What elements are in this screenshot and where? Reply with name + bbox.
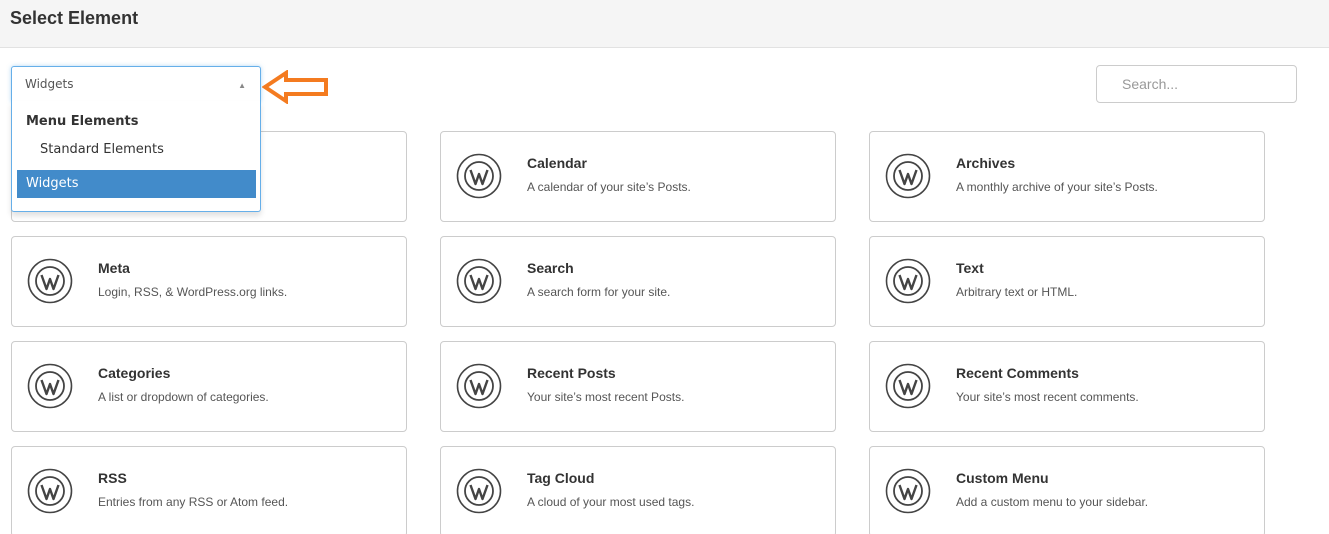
wordpress-icon: [456, 153, 502, 199]
header-bar: Select Element: [0, 0, 1329, 48]
dropdown-group-menu-elements: Menu Elements: [26, 114, 139, 129]
element-card-custom-menu[interactable]: Custom Menu Add a custom menu to your sid…: [869, 446, 1265, 534]
wordpress-icon: [27, 363, 73, 409]
element-description: Your site’s most recent comments.: [956, 390, 1139, 404]
element-card-archives[interactable]: Archives A monthly archive of your site’s…: [869, 131, 1265, 222]
element-title: Custom Menu: [956, 470, 1049, 486]
element-description: Arbitrary text or HTML.: [956, 285, 1078, 299]
element-title: Recent Comments: [956, 365, 1079, 381]
element-description: A search form for your site.: [527, 285, 671, 299]
element-card-calendar[interactable]: Calendar A calendar of your site’s Posts.: [440, 131, 836, 222]
element-title: Text: [956, 260, 984, 276]
wordpress-icon: [456, 363, 502, 409]
caret-up-icon: ▲: [238, 81, 246, 90]
element-card-meta[interactable]: Meta Login, RSS, & WordPress.org links.: [11, 236, 407, 327]
dropdown-option-standard-elements[interactable]: Standard Elements: [40, 142, 164, 157]
search-input[interactable]: [1096, 65, 1297, 103]
element-description: Login, RSS, & WordPress.org links.: [98, 285, 288, 299]
element-title: Tag Cloud: [527, 470, 595, 486]
element-description: A cloud of your most used tags.: [527, 495, 695, 509]
element-title: Recent Posts: [527, 365, 616, 381]
element-description: Entries from any RSS or Atom feed.: [98, 495, 289, 509]
element-card-tag-cloud[interactable]: Tag Cloud A cloud of your most used tags.: [440, 446, 836, 534]
element-description: A calendar of your site’s Posts.: [527, 180, 691, 194]
element-card-recent-comments[interactable]: Recent Comments Your site’s most recent c…: [869, 341, 1265, 432]
wordpress-icon: [456, 468, 502, 514]
element-title: Archives: [956, 155, 1016, 171]
category-select[interactable]: Widgets ▲: [11, 66, 261, 102]
element-description: A monthly archive of your site’s Posts.: [956, 180, 1158, 194]
element-title: Search: [527, 260, 574, 276]
element-title: Calendar: [527, 155, 587, 171]
wordpress-icon: [27, 468, 73, 514]
element-description: Add a custom menu to your sidebar.: [956, 495, 1149, 509]
element-description: Your site’s most recent Posts.: [527, 390, 685, 404]
element-card-rss[interactable]: RSS Entries from any RSS or Atom feed.: [11, 446, 407, 534]
element-card-search[interactable]: Search A search form for your site.: [440, 236, 836, 327]
page-title: Select Element: [10, 8, 139, 28]
dropdown-option-widgets[interactable]: Widgets: [17, 170, 256, 198]
category-dropdown: Menu Elements Standard Elements Widgets: [11, 101, 261, 212]
element-description: A list or dropdown of categories.: [98, 390, 269, 404]
wordpress-icon: [885, 258, 931, 304]
wordpress-icon: [885, 153, 931, 199]
wordpress-icon: [27, 258, 73, 304]
element-title: Meta: [98, 260, 130, 276]
category-select-value: Widgets: [25, 77, 74, 91]
element-card-categories[interactable]: Categories A list or dropdown of categori…: [11, 341, 407, 432]
wordpress-icon: [456, 258, 502, 304]
wordpress-icon: [885, 363, 931, 409]
element-card-recent-posts[interactable]: Recent Posts Your site’s most recent Post…: [440, 341, 836, 432]
element-card-text[interactable]: Text Arbitrary text or HTML.: [869, 236, 1265, 327]
wordpress-icon: [885, 468, 931, 514]
element-title: Categories: [98, 365, 171, 381]
arrow-left-icon: [262, 70, 328, 104]
element-title: RSS: [98, 470, 127, 486]
